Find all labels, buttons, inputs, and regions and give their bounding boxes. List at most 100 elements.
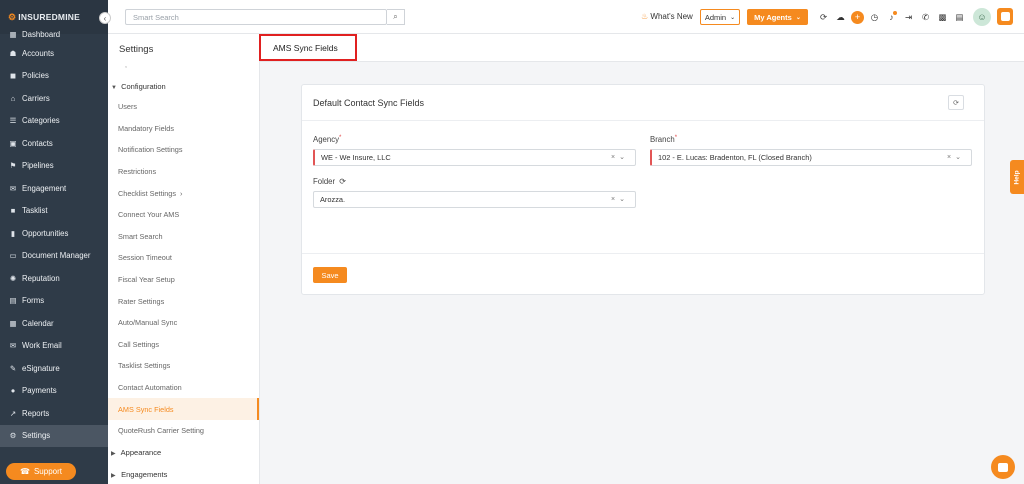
save-button[interactable]: Save [313,267,347,283]
page-title: AMS Sync Fields [259,34,357,61]
settings-item-label: Users [118,102,138,112]
help-tab[interactable]: Help [1010,160,1024,194]
signature-icon: ✎ [9,363,17,373]
calculator-icon[interactable]: ▤ [951,12,968,23]
branch-label: Branch* [650,135,677,144]
appearance-group[interactable]: ▶ Appearance [111,448,161,457]
sidebar-item-reputation[interactable]: ✺ Reputation [0,267,108,290]
sidebar-item-label: Dashboard [22,29,61,39]
chevron-down-icon: ⌄ [795,14,801,21]
settings-item-smart-search[interactable]: Smart Search [108,226,259,248]
sidebar-item-engagement[interactable]: ✉ Engagement [0,177,108,200]
add-icon[interactable]: + [851,10,864,24]
folder-select[interactable]: Arozza. ×⌄ [313,191,636,208]
chip-icon[interactable]: ▩ [934,12,951,23]
sidebar-item-contacts[interactable]: ▣ Contacts [0,132,108,155]
refresh-button[interactable]: ⟳ [948,95,964,110]
sidebar-item-tasklist[interactable]: ■ Tasklist [0,200,108,223]
dashboard-icon: ▦ [9,29,17,39]
sidebar-item-label: Engagement [22,183,67,193]
smart-search-input[interactable] [125,9,387,25]
card-footer: Save [302,253,984,295]
clear-chevron-icon[interactable]: ×⌄ [611,195,629,203]
settings-item-ams-sync-fields[interactable]: AMS Sync Fields [108,398,259,420]
engagements-group[interactable]: ▶ Engagements [111,470,167,479]
settings-item-label: Notification Settings [118,145,183,155]
phone-icon[interactable]: ✆ [917,12,934,23]
agency-value: WE - We Insure, LLC [321,153,391,162]
settings-item-users[interactable]: Users [108,96,259,118]
folder-refresh-icon[interactable]: ⟳ [339,177,346,186]
sidebar-item-work-email[interactable]: ✉ Work Email [0,335,108,358]
my-agents-button[interactable]: My Agents ⌄ [747,9,808,25]
sidebar-item-pipelines[interactable]: ⚑ Pipelines [0,155,108,178]
sidebar-item-dashboard[interactable]: ▦ Dashboard [0,26,108,42]
logo-icon: ⚙ [8,11,17,22]
configuration-group[interactable]: ▼ Configuration [111,82,166,91]
settings-item-call-settings[interactable]: Call Settings [108,334,259,356]
sidebar-item-label: Policies [22,71,49,81]
reports-icon: ↗ [9,408,17,418]
logout-icon[interactable]: ⇥ [900,12,917,23]
clear-chevron-icon[interactable]: ×⌄ [947,153,965,161]
search-button[interactable]: ⌕ [387,9,405,25]
reputation-icon: ✺ [9,273,17,283]
apps-icon[interactable] [997,8,1013,25]
sidebar-item-payments[interactable]: ● Payments [0,380,108,403]
sidebar-item-forms[interactable]: ▤ Forms [0,290,108,313]
branch-label-text: Branch [650,135,675,144]
agency-select[interactable]: WE - We Insure, LLC ×⌄ [313,149,636,166]
bell-icon[interactable]: ♪ [883,11,900,22]
collapse-sidebar-button[interactable]: ‹ [99,12,111,24]
carriers-icon: ⌂ [10,93,16,103]
settings-item-restrictions[interactable]: Restrictions [108,161,259,183]
user-avatar[interactable]: ☺ [973,8,991,26]
save-label: Save [321,270,339,280]
settings-item-checklist-settings[interactable]: Checklist Settings › [108,182,259,204]
engagements-label: Engagements [121,470,168,479]
settings-item-contact-automation[interactable]: Contact Automation [108,377,259,399]
sidebar-item-label: Forms [22,296,45,306]
sidebar-item-accounts[interactable]: ☗ Accounts [0,42,108,65]
sidebar-item-esignature[interactable]: ✎ eSignature [0,357,108,380]
header-icons: ⟳ ☁ + ◷ ♪ ⇥ ✆ ▩ ▤ [815,9,968,25]
chevron-right-icon: › [180,188,183,198]
settings-item-session-timeout[interactable]: Session Timeout [108,247,259,269]
settings-item-fiscal-year-setup[interactable]: Fiscal Year Setup [108,269,259,291]
sidebar-item-opportunities[interactable]: ▮ Opportunities [0,222,108,245]
clock-icon[interactable]: ◷ [866,12,883,23]
cloud-upload-icon[interactable]: ☁ [832,12,849,23]
sidebar-item-calendar[interactable]: ▦ Calendar [0,312,108,335]
sidebar-item-reports[interactable]: ↗ Reports [0,402,108,425]
settings-item-connect-your-ams[interactable]: Connect Your AMS [108,204,259,226]
payments-icon: ● [10,386,16,396]
sidebar-item-carriers[interactable]: ⌂ Carriers [0,87,108,110]
sidebar-item-document-manager[interactable]: ▭ Document Manager [0,245,108,268]
sidebar-item-policies[interactable]: ◼ Policies [0,65,108,88]
settings-item-quoterush-carrier-setting[interactable]: QuoteRush Carrier Setting [108,420,259,442]
sidebar-nav: ▦ Dashboard ☗ Accounts ◼ Policies ⌂ Carriers ☰ Ca… [0,30,108,447]
settings-title: Settings [119,44,154,55]
sidebar-item-label: Settings [22,431,51,441]
settings-item-rater-settings[interactable]: Rater Settings [108,290,259,312]
sidebar-item-label: Payments [22,386,57,396]
settings-icon: ⚙ [9,431,17,441]
clear-chevron-icon[interactable]: ×⌄ [611,153,629,161]
whats-new-link[interactable]: ♨ What's New [641,12,693,21]
support-button[interactable]: ☎ Support [6,463,76,480]
settings-item-tasklist-settings[interactable]: Tasklist Settings [108,355,259,377]
sidebar-item-label: Pipelines [22,161,54,171]
settings-item-mandatory-fields[interactable]: Mandatory Fields [108,118,259,140]
admin-select[interactable]: Admin ⌄ [700,9,740,25]
contacts-icon: ▣ [9,138,17,148]
settings-item-notification-settings[interactable]: Notification Settings [108,139,259,161]
settings-item-label: Tasklist Settings [118,361,171,371]
brand-name: INSUREDMINE [18,12,80,22]
chat-icon[interactable] [991,455,1015,479]
sidebar-item-categories[interactable]: ☰ Categories [0,110,108,133]
sidebar-item-settings[interactable]: ⚙ Settings [0,424,108,447]
sync-icon[interactable]: ⟳ [815,12,832,23]
settings-item-auto-manual-sync[interactable]: Auto/Manual Sync [108,312,259,334]
branch-select[interactable]: 102 - E. Lucas: Bradenton, FL (Closed Br… [650,149,972,166]
refresh-icon: ⟳ [953,99,959,107]
